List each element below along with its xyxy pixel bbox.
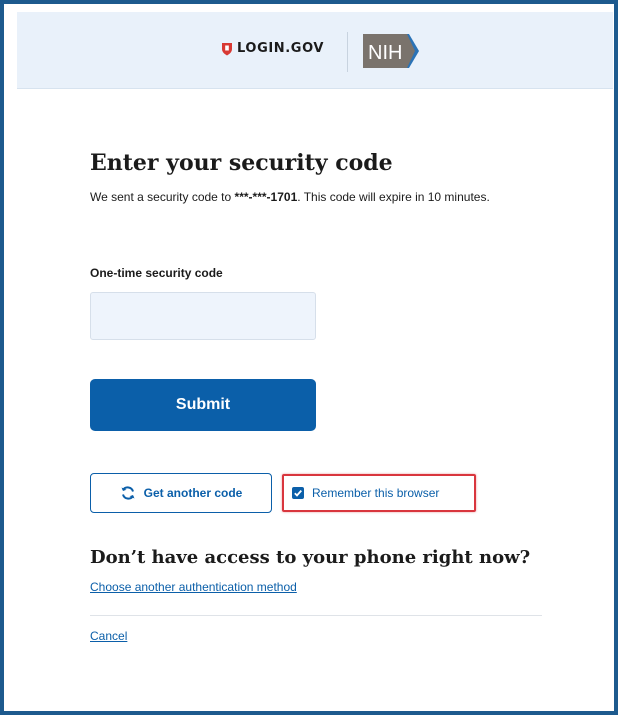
page-frame: LOGIN.GOV NIH bbox=[0, 0, 618, 715]
remember-browser-label[interactable]: Remember this browser bbox=[312, 486, 439, 500]
description-prefix: We sent a security code to bbox=[90, 190, 232, 204]
code-description: We sent a security code to ***-***-1701.… bbox=[90, 186, 540, 208]
brand-text: LOGIN.GOV bbox=[237, 41, 325, 56]
refresh-icon bbox=[121, 486, 135, 500]
security-code-input[interactable] bbox=[90, 292, 316, 340]
page-title: Enter your security code bbox=[90, 150, 393, 176]
get-another-code-button[interactable]: Get another code bbox=[90, 473, 272, 513]
checkmark-icon bbox=[294, 489, 302, 497]
remember-browser-checkbox[interactable] bbox=[292, 487, 304, 499]
nih-logo-text: NIH bbox=[368, 42, 402, 64]
header-banner: LOGIN.GOV NIH bbox=[17, 12, 613, 89]
section-divider bbox=[90, 615, 542, 616]
nih-logo: NIH bbox=[363, 34, 419, 68]
no-phone-heading: Don’t have access to your phone right no… bbox=[90, 547, 531, 568]
remember-browser-option[interactable]: Remember this browser bbox=[282, 474, 476, 512]
description-suffix: . This code will expire in 10 minutes. bbox=[297, 190, 490, 204]
get-another-code-label: Get another code bbox=[143, 486, 243, 500]
code-field-label: One-time security code bbox=[90, 266, 223, 280]
shield-icon bbox=[222, 42, 232, 55]
submit-button[interactable]: Submit bbox=[90, 379, 316, 431]
logo-divider bbox=[347, 32, 348, 72]
cancel-link[interactable]: Cancel bbox=[90, 629, 127, 643]
choose-another-method-link[interactable]: Choose another authentication method bbox=[90, 580, 297, 594]
login-gov-logo: LOGIN.GOV bbox=[221, 41, 324, 56]
masked-phone: ***-***-1701 bbox=[234, 190, 298, 204]
